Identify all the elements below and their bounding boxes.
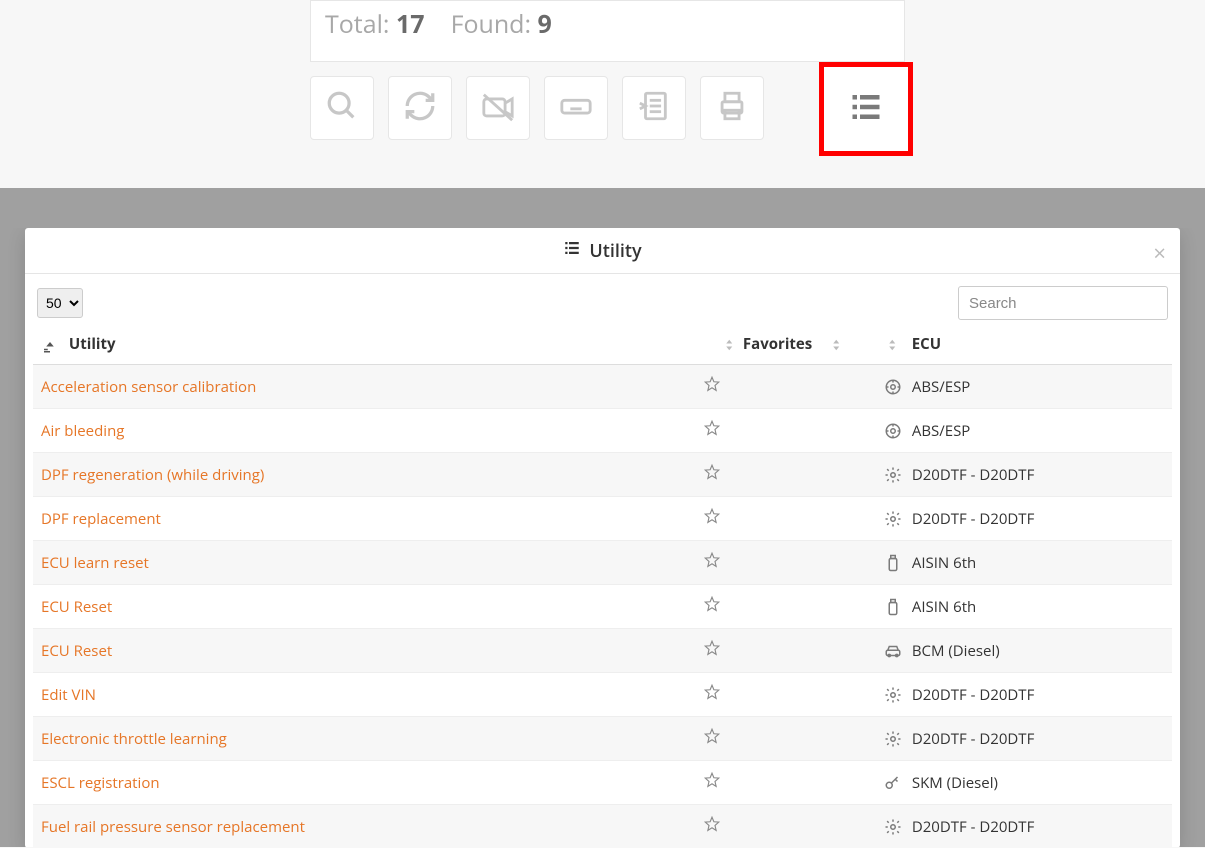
total-label: Total: — [325, 7, 390, 41]
table-row: ECU Reset AISIN 6th — [33, 585, 1172, 629]
modal-container: Utility × 50 Utility — [0, 227, 1205, 847]
favorite-star[interactable] — [703, 683, 721, 701]
table-row: Edit VIN D20DTF - D20DTF — [33, 673, 1172, 717]
utility-link[interactable]: Electronic throttle learning — [41, 729, 227, 749]
gear-icon — [884, 818, 902, 836]
ecu-label: ABS/ESP — [912, 421, 970, 441]
page-size-select[interactable]: 50 — [37, 288, 83, 318]
ecu-label: BCM (Diesel) — [912, 641, 1000, 661]
bottle-icon — [884, 598, 902, 616]
utility-link[interactable]: Acceleration sensor calibration — [41, 377, 256, 397]
table-row: ESCL registration SKM (Diesel) — [33, 761, 1172, 805]
ecu-label: ABS/ESP — [912, 377, 970, 397]
keyboard-icon — [559, 89, 593, 128]
search-input[interactable] — [958, 286, 1168, 320]
ecu-label: D20DTF - D20DTF — [912, 817, 1034, 837]
export-button[interactable] — [622, 76, 686, 140]
summary-text: Total: 17 Found: 9 — [311, 1, 904, 61]
total-value: 17 — [396, 7, 425, 41]
modal-title: Utility — [589, 239, 641, 263]
table-row: ECU Reset BCM (Diesel) — [33, 629, 1172, 673]
ecu-label: SKM (Diesel) — [912, 773, 998, 793]
favorite-star[interactable] — [703, 419, 721, 437]
favorite-star[interactable] — [703, 727, 721, 745]
favorite-star[interactable] — [703, 551, 721, 569]
ecu-label: D20DTF - D20DTF — [912, 729, 1034, 749]
ecu-label: AISIN 6th — [912, 597, 976, 617]
summary-panel: Total: 17 Found: 9 — [310, 0, 905, 62]
table-row: Electronic throttle learning D20DTF - D20… — [33, 717, 1172, 761]
column-header-utility[interactable]: Utility — [33, 326, 580, 365]
disc-icon — [884, 422, 902, 440]
refresh-icon — [403, 89, 437, 128]
search-icon — [325, 89, 359, 128]
table-row: Acceleration sensor calibration ABS/ESP — [33, 365, 1172, 409]
favorite-star[interactable] — [703, 815, 721, 833]
camera-off-icon — [481, 89, 515, 128]
favorite-star[interactable] — [703, 463, 721, 481]
favorite-star[interactable] — [703, 771, 721, 789]
table-controls: 50 — [25, 274, 1180, 326]
utility-link[interactable]: ECU Reset — [41, 641, 112, 661]
disc-icon — [884, 378, 902, 396]
column-header-favorites[interactable]: Favorites — [580, 326, 876, 365]
favorite-star[interactable] — [703, 507, 721, 525]
utility-link[interactable]: Edit VIN — [41, 685, 96, 705]
column-header-ecu[interactable]: ECU — [876, 326, 1172, 365]
list-icon — [563, 239, 581, 263]
list-icon — [848, 89, 884, 130]
gear-icon — [884, 730, 902, 748]
utility-link[interactable]: Air bleeding — [41, 421, 124, 441]
found-label: Found: — [451, 7, 531, 41]
print-button[interactable] — [700, 76, 764, 140]
utility-modal: Utility × 50 Utility — [25, 228, 1180, 847]
table-row: Fuel rail pressure sensor replacement D20… — [33, 805, 1172, 848]
key-icon — [884, 774, 902, 792]
utility-link[interactable]: Fuel rail pressure sensor replacement — [41, 817, 305, 837]
sort-asc-icon — [41, 336, 59, 354]
car-icon — [884, 642, 902, 660]
table-row: ECU learn reset AISIN 6th — [33, 541, 1172, 585]
table-row: DPF replacement D20DTF - D20DTF — [33, 497, 1172, 541]
favorite-star[interactable] — [703, 639, 721, 657]
table-row: DPF regeneration (while driving) D20DTF -… — [33, 453, 1172, 497]
list-button-highlighted[interactable] — [819, 62, 913, 156]
favorite-star[interactable] — [703, 595, 721, 613]
utility-table: Utility Favorites — [33, 326, 1172, 847]
utility-link[interactable]: ECU Reset — [41, 597, 112, 617]
ecu-label: D20DTF - D20DTF — [912, 465, 1034, 485]
ecu-label: D20DTF - D20DTF — [912, 509, 1034, 529]
search-button[interactable] — [310, 76, 374, 140]
utility-link[interactable]: DPF regeneration (while driving) — [41, 465, 264, 485]
modal-header: Utility × — [25, 228, 1180, 274]
gear-icon — [884, 510, 902, 528]
export-icon — [637, 89, 671, 128]
camera-off-button[interactable] — [466, 76, 530, 140]
print-icon — [715, 89, 749, 128]
sort-icon — [884, 336, 902, 354]
utility-link[interactable]: DPF replacement — [41, 509, 161, 529]
gear-icon — [884, 466, 902, 484]
utility-link[interactable]: ESCL registration — [41, 773, 160, 793]
favorite-star[interactable] — [703, 375, 721, 393]
close-icon: × — [1153, 238, 1166, 268]
gear-icon — [884, 686, 902, 704]
sort-icon — [721, 336, 739, 354]
ecu-label: AISIN 6th — [912, 553, 976, 573]
background-strip — [0, 188, 1205, 228]
table-row: Air bleeding ABS/ESP — [33, 409, 1172, 453]
bottle-icon — [884, 554, 902, 572]
utility-link[interactable]: ECU learn reset — [41, 553, 149, 573]
refresh-button[interactable] — [388, 76, 452, 140]
keyboard-button[interactable] — [544, 76, 608, 140]
ecu-label: D20DTF - D20DTF — [912, 685, 1034, 705]
found-value: 9 — [538, 7, 552, 41]
toolbar — [310, 76, 1205, 140]
sort-icon — [828, 336, 846, 354]
close-button[interactable]: × — [1153, 238, 1166, 268]
